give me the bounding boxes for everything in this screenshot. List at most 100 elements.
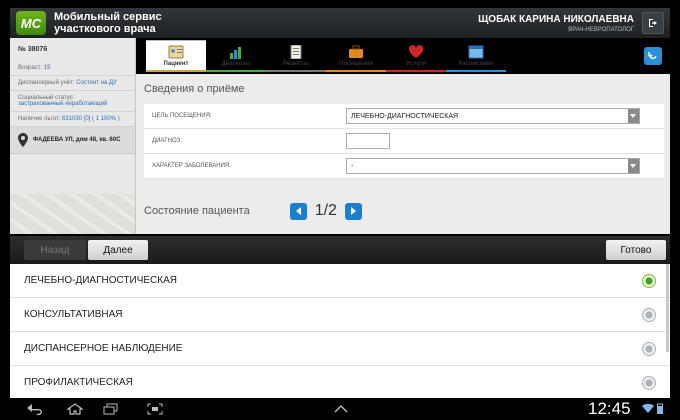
dispensary-row: Диспансерный учёт: Состоит на ДУ xyxy=(10,76,135,91)
option-label: ПРОФИЛАКТИЧЕСКАЯ xyxy=(24,377,133,388)
tab-services[interactable]: Услуги xyxy=(386,40,446,72)
nature-row: ХАРАКТЕР ЗАБОЛЕВАНИЯ: - xyxy=(144,154,664,179)
done-button[interactable]: Готово xyxy=(606,240,666,260)
tab-diagnoses[interactable]: Диагнозы xyxy=(206,40,266,72)
tab-label: Расписание xyxy=(458,61,494,67)
system-nav-bar: 12:45 xyxy=(0,398,680,420)
arrow-left-icon xyxy=(295,207,301,215)
tab-accent xyxy=(446,70,506,72)
tab-patient[interactable]: Пациент xyxy=(146,40,206,72)
patient-card-icon xyxy=(168,45,184,59)
logout-icon xyxy=(649,19,657,27)
clock: 12:45 xyxy=(588,399,631,418)
purpose-row: ЦЕЛЬ ПОСЕЩЕНИЯ: ЛЕЧЕБНО-ДИАГНОСТИЧЕСКАЯ xyxy=(144,104,664,129)
nature-select[interactable]: - xyxy=(346,158,640,174)
user-name: ЩОБАК КАРИНА НИКОЛАЕВНА xyxy=(478,13,634,25)
diagnosis-label: ДИАГНОЗ: xyxy=(152,138,182,144)
home-icon xyxy=(66,403,84,415)
benefits-label: Наличие льгот: xyxy=(18,116,61,122)
age-value: 15 xyxy=(43,65,51,71)
visit-details: Сведения о приёме ЦЕЛЬ ПОСЕЩЕНИЯ: ЛЕЧЕБН… xyxy=(136,74,670,234)
social-status-row: Социальный статус: застрахованный нерабо… xyxy=(10,91,135,112)
radio-selected[interactable] xyxy=(642,273,656,288)
benefits-value: 631030 [0] ( 1 100% ) xyxy=(61,116,120,122)
recent-apps-button[interactable] xyxy=(100,402,122,416)
page-indicator: 1/2 xyxy=(314,202,337,219)
address-row[interactable]: ФАДЕЕВА УЛ, дом 48, кв. 60С xyxy=(10,127,135,154)
map-thumbnail[interactable] xyxy=(10,194,135,234)
prev-page-button[interactable] xyxy=(289,202,307,220)
list-item[interactable]: ЛЕЧЕБНО-ДИАГНОСТИЧЕСКАЯ xyxy=(10,264,670,298)
chevron-down-icon xyxy=(628,159,639,173)
diagnosis-row: ДИАГНОЗ: xyxy=(144,129,664,154)
arrow-right-icon xyxy=(350,207,356,215)
benefits-row: Наличие льгот: 631030 [0] ( 1 100% ) xyxy=(10,112,135,127)
schedule-icon xyxy=(468,45,484,59)
map-pin-icon xyxy=(18,133,28,147)
radio-unselected[interactable] xyxy=(642,375,656,390)
refresh-button[interactable] xyxy=(644,47,662,65)
wifi-icon xyxy=(642,403,654,413)
chevron-down-icon xyxy=(628,109,639,123)
radio-unselected[interactable] xyxy=(642,307,656,322)
tab-accent xyxy=(386,70,446,72)
recent-apps-icon xyxy=(103,403,118,415)
tab-accent xyxy=(266,70,326,72)
radio-unselected[interactable] xyxy=(642,341,656,356)
list-item[interactable]: КОНСУЛЬТАТИВНАЯ xyxy=(10,298,670,332)
briefcase-icon xyxy=(349,45,363,58)
bar-chart-icon xyxy=(230,47,241,59)
tablet-screen: МС Мобильный сервис участкового врача ЩО… xyxy=(0,0,680,420)
address-text: ФАДЕЕВА УЛ, дом 48, кв. 60С xyxy=(33,137,121,143)
purpose-value: ЛЕЧЕБНО-ДИАГНОСТИЧЕСКАЯ xyxy=(351,113,459,120)
tab-accent xyxy=(206,70,266,72)
dispensary-label: Диспансерный учёт: xyxy=(18,80,75,86)
home-nav-button[interactable] xyxy=(64,402,86,416)
visit-form: ЦЕЛЬ ПОСЕЩЕНИЯ: ЛЕЧЕБНО-ДИАГНОСТИЧЕСКАЯ … xyxy=(144,104,664,179)
next-button[interactable]: Далее xyxy=(88,240,148,260)
purpose-label: ЦЕЛЬ ПОСЕЩЕНИЯ: xyxy=(152,113,212,119)
tab-label: Пациент xyxy=(163,61,189,67)
tab-accent xyxy=(146,70,206,72)
list-item[interactable]: ДИСПАНСЕРНОЕ НАБЛЮДЕНИЕ xyxy=(10,332,670,366)
option-label: КОНСУЛЬТАТИВНАЯ xyxy=(24,309,123,320)
user-role: ВРАЧ-НЕВРОПАТОЛОГ xyxy=(568,26,634,33)
logout-button[interactable] xyxy=(642,12,664,34)
up-chevron-button[interactable] xyxy=(330,402,352,416)
app-logo: МС xyxy=(16,11,46,35)
section-title: Сведения о приёме xyxy=(144,83,245,95)
age-row: Возраст: 15 xyxy=(10,61,135,76)
list-item[interactable]: ПРОФИЛАКТИЧЕСКАЯ xyxy=(10,366,670,398)
patient-panel: № 38076 Возраст: 15 Диспансерный учёт: С… xyxy=(10,38,136,234)
tab-label: Рецепты xyxy=(283,61,309,67)
picker-toolbar: Назад Далее Готово xyxy=(10,236,670,264)
social-status-value: застрахованный неработающий xyxy=(18,101,108,107)
tab-label: Услуги xyxy=(406,61,426,67)
age-label: Возраст: xyxy=(18,65,43,71)
patient-state-label: Состояние пациента xyxy=(144,205,250,217)
tab-prescriptions[interactable]: Рецепты xyxy=(266,40,326,72)
nature-label: ХАРАКТЕР ЗАБОЛЕВАНИЯ: xyxy=(152,163,231,169)
tab-label: Посещения xyxy=(339,61,373,67)
tab-schedule[interactable]: Расписание xyxy=(446,40,506,72)
nature-value: - xyxy=(351,163,354,170)
chevron-up-icon xyxy=(334,405,348,413)
heart-icon xyxy=(408,45,424,58)
prescription-icon xyxy=(290,45,302,59)
back-arrow-icon xyxy=(27,404,42,415)
screenshot-button[interactable] xyxy=(144,402,166,416)
tab-visits[interactable]: Посещения xyxy=(326,40,386,72)
dispensary-value: Состоит на ДУ xyxy=(76,80,117,86)
next-page-button[interactable] xyxy=(344,202,362,220)
back-button[interactable]: Назад xyxy=(24,240,86,260)
refresh-icon xyxy=(648,52,657,60)
back-nav-button[interactable] xyxy=(24,402,46,416)
scrollbar[interactable] xyxy=(666,264,669,352)
screenshot-icon xyxy=(147,403,163,415)
purpose-options-list: ЛЕЧЕБНО-ДИАГНОСТИЧЕСКАЯ КОНСУЛЬТАТИВНАЯ … xyxy=(10,264,670,398)
battery-icon xyxy=(656,403,663,414)
card-number: № 38076 xyxy=(18,46,48,53)
purpose-select[interactable]: ЛЕЧЕБНО-ДИАГНОСТИЧЕСКАЯ xyxy=(346,108,640,124)
diagnosis-input[interactable] xyxy=(346,133,390,149)
tab-accent xyxy=(326,70,386,72)
